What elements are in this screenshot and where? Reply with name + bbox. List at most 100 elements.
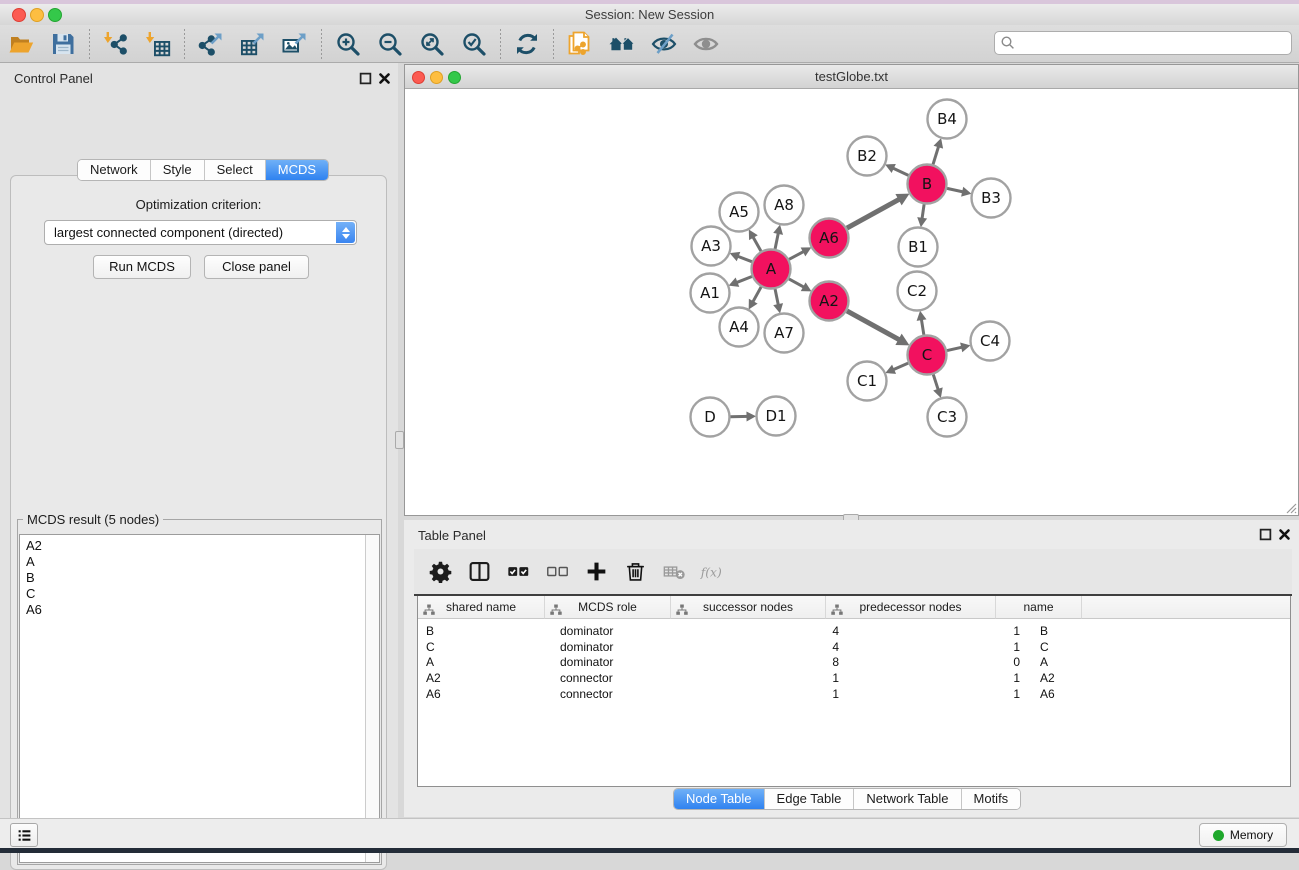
delete-columns-icon[interactable] bbox=[622, 559, 648, 585]
graph-edge-A-A6[interactable] bbox=[789, 251, 805, 259]
select-all-rows-icon[interactable] bbox=[505, 559, 531, 585]
criterion-select[interactable]: largest connected component (directed) bbox=[44, 220, 357, 245]
table-cell[interactable]: dominator bbox=[552, 654, 685, 670]
table-cell[interactable]: B bbox=[1032, 623, 1125, 639]
graph-edge-C-C2[interactable] bbox=[921, 318, 924, 335]
home-icon[interactable] bbox=[607, 30, 637, 58]
table-cell[interactable]: 1 bbox=[685, 686, 851, 702]
column-header-name[interactable]: name bbox=[996, 596, 1082, 619]
zoom-out-icon[interactable] bbox=[375, 30, 405, 58]
table-cell[interactable]: 1 bbox=[851, 686, 1032, 702]
column-header-predecessor-nodes[interactable]: predecessor nodes bbox=[826, 596, 996, 619]
graph-edge-B-B4[interactable] bbox=[933, 145, 939, 164]
tab-mcds[interactable]: MCDS bbox=[266, 160, 328, 180]
export-image-icon[interactable] bbox=[280, 30, 310, 58]
column-header-successor-nodes[interactable]: successor nodes bbox=[671, 596, 826, 619]
tab-style[interactable]: Style bbox=[151, 160, 205, 180]
open-file-icon[interactable] bbox=[6, 30, 36, 58]
graph-edge-A-A3[interactable] bbox=[737, 256, 752, 262]
table-cell[interactable]: 8 bbox=[685, 654, 851, 670]
table-cell[interactable]: A2 bbox=[418, 670, 552, 686]
splitter-handle[interactable] bbox=[395, 431, 404, 449]
table-settings-gear-icon[interactable] bbox=[427, 559, 453, 585]
zoom-selected-icon[interactable] bbox=[459, 30, 489, 58]
graph-edge-C-C4[interactable] bbox=[947, 347, 963, 351]
graph-edge-A2-C[interactable] bbox=[847, 311, 900, 340]
table-row[interactable]: Cdominator41C bbox=[418, 639, 1290, 655]
graph-edge-A-A4[interactable] bbox=[752, 287, 761, 303]
mcds-result-item[interactable]: B bbox=[20, 570, 379, 586]
tab-network[interactable]: Network bbox=[78, 160, 151, 180]
table-cell[interactable]: connector bbox=[552, 670, 685, 686]
resize-grip-icon[interactable] bbox=[1283, 500, 1297, 514]
mcds-result-item[interactable]: A2 bbox=[20, 538, 379, 554]
memory-button[interactable]: Memory bbox=[1199, 823, 1287, 847]
search-input[interactable] bbox=[1019, 33, 1287, 53]
table-cell[interactable]: B bbox=[418, 623, 552, 639]
zoom-in-icon[interactable] bbox=[333, 30, 363, 58]
show-eye-icon[interactable] bbox=[691, 30, 721, 58]
table-cell[interactable]: dominator bbox=[552, 623, 685, 639]
mcds-result-item[interactable]: C bbox=[20, 586, 379, 602]
close-table-panel-icon[interactable] bbox=[1278, 528, 1291, 541]
table-cell[interactable]: 4 bbox=[685, 623, 851, 639]
table-row[interactable]: A2connector11A2 bbox=[418, 670, 1290, 686]
run-mcds-button[interactable]: Run MCDS bbox=[93, 255, 191, 279]
graph-edge-A-A1[interactable] bbox=[736, 277, 752, 283]
table-cell[interactable]: dominator bbox=[552, 639, 685, 655]
mcds-result-item[interactable]: A6 bbox=[20, 602, 379, 618]
table-row[interactable]: A6connector11A6 bbox=[418, 686, 1290, 702]
graph-edge-A-A5[interactable] bbox=[752, 236, 761, 251]
tab-motifs[interactable]: Motifs bbox=[962, 789, 1021, 809]
graph-edge-A-A2[interactable] bbox=[789, 279, 805, 288]
graph-edge-A-A8[interactable] bbox=[775, 232, 778, 249]
table-cell[interactable]: C bbox=[1032, 639, 1125, 655]
table-row[interactable]: Bdominator41B bbox=[418, 623, 1290, 639]
search-field[interactable] bbox=[994, 31, 1292, 55]
graph-edge-C-C1[interactable] bbox=[892, 363, 908, 370]
graph-edge-B-B1[interactable] bbox=[922, 204, 924, 219]
table-cell[interactable]: 0 bbox=[851, 654, 1032, 670]
import-network-icon[interactable] bbox=[101, 30, 131, 58]
table-cell[interactable]: 1 bbox=[851, 639, 1032, 655]
mcds-list-scrollbar[interactable] bbox=[365, 535, 379, 862]
float-table-panel-icon[interactable] bbox=[1259, 528, 1272, 541]
table-row[interactable]: Adominator80A bbox=[418, 654, 1290, 670]
tab-network-table[interactable]: Network Table bbox=[854, 789, 961, 809]
network-canvas[interactable]: B4B2BB3A5A8A6A3AB1A1C2A4A7A2C4CC1C3DD1 bbox=[405, 88, 1296, 513]
mcds-result-item[interactable]: A bbox=[20, 554, 379, 570]
task-history-button[interactable] bbox=[10, 823, 38, 847]
graph-edge-C-C3[interactable] bbox=[933, 375, 938, 391]
column-header-shared-name[interactable]: shared name bbox=[418, 596, 545, 619]
hide-eye-icon[interactable] bbox=[649, 30, 679, 58]
refresh-layout-icon[interactable] bbox=[512, 30, 542, 58]
import-table-icon[interactable] bbox=[143, 30, 173, 58]
table-cell[interactable]: A6 bbox=[1032, 686, 1125, 702]
graph-edge-A6-B[interactable] bbox=[847, 199, 900, 228]
tab-select[interactable]: Select bbox=[205, 160, 266, 180]
table-cell[interactable]: A2 bbox=[1032, 670, 1125, 686]
export-network-icon[interactable] bbox=[196, 30, 226, 58]
table-cell[interactable]: A bbox=[1032, 654, 1125, 670]
tab-node-table[interactable]: Node Table bbox=[674, 789, 765, 809]
table-cell[interactable]: C bbox=[418, 639, 552, 655]
graph-edge-A-A7[interactable] bbox=[775, 289, 778, 306]
zoom-fit-icon[interactable] bbox=[417, 30, 447, 58]
deselect-all-rows-icon[interactable] bbox=[544, 559, 570, 585]
network-file-icon[interactable] bbox=[565, 30, 595, 58]
table-cell[interactable]: 1 bbox=[851, 670, 1032, 686]
export-table-icon[interactable] bbox=[238, 30, 268, 58]
table-cell[interactable]: connector bbox=[552, 686, 685, 702]
show-columns-icon[interactable] bbox=[466, 559, 492, 585]
graph-edge-B-B2[interactable] bbox=[892, 168, 909, 176]
close-panel-icon[interactable] bbox=[378, 72, 391, 85]
add-column-icon[interactable] bbox=[583, 559, 609, 585]
mcds-result-list[interactable]: A2ABCA6 bbox=[19, 534, 380, 863]
table-cell[interactable]: A6 bbox=[418, 686, 552, 702]
graph-edge-B-B3[interactable] bbox=[947, 188, 964, 192]
tab-edge-table[interactable]: Edge Table bbox=[765, 789, 855, 809]
table-cell[interactable]: A bbox=[418, 654, 552, 670]
column-header-MCDS-role[interactable]: MCDS role bbox=[545, 596, 671, 619]
table-cell[interactable]: 4 bbox=[685, 639, 851, 655]
float-panel-icon[interactable] bbox=[359, 72, 372, 85]
